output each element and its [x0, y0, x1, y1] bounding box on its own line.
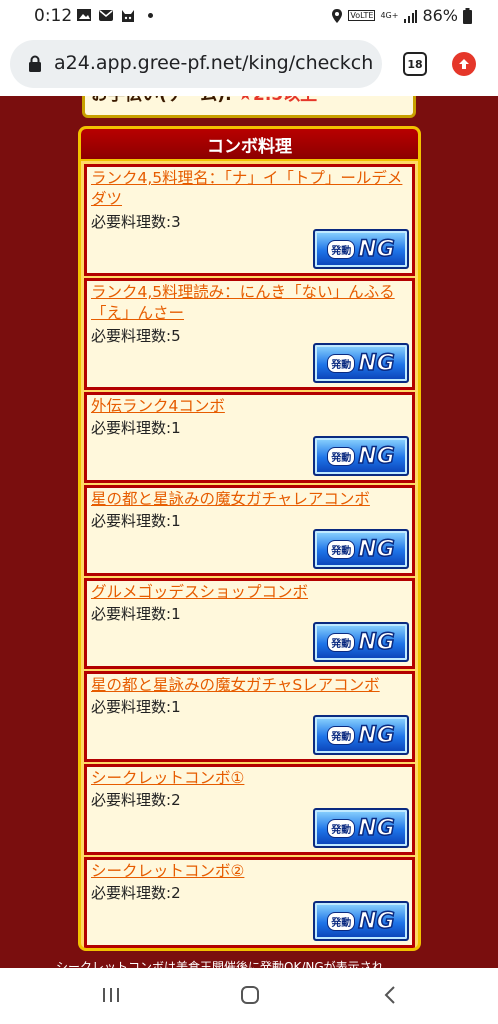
partial-info-text: お手伝い(ゲーム): ★2.5以上: [91, 96, 317, 105]
browser-toolbar: a24.app.gree-pf.net/king/checkch 18: [0, 32, 498, 96]
hatsu-label: 発動: [327, 632, 356, 652]
combo-item: 外伝ランク4コンボ 必要料理数:1 発動 NG: [84, 392, 415, 483]
required-label: 必要料理数:: [91, 327, 172, 345]
required-label: 必要料理数:: [91, 698, 172, 716]
activation-ng-button[interactable]: 発動 NG: [313, 529, 409, 569]
android-nav-bar: [0, 968, 498, 1024]
ng-label: NG: [357, 350, 395, 377]
combo-item: 星の都と星詠みの魔女ガチャレアコンボ 必要料理数:1 発動 NG: [84, 485, 415, 576]
panel-title: コンボ料理: [81, 129, 418, 161]
home-icon[interactable]: [239, 984, 261, 1006]
combo-link[interactable]: ランク4,5料理読み：にんき「ない」んふる「え」んさー: [91, 282, 411, 324]
combo-link[interactable]: ランク4,5料理名：「ナ」イ「トプ」ールデメダツ: [91, 168, 411, 210]
combo-item: シークレットコンボ① 必要料理数:2 発動 NG: [84, 764, 415, 855]
hatsu-label: 発動: [327, 446, 356, 466]
status-bar: 0:12 VoLTE 4G+ 86%: [0, 0, 498, 32]
hatsu-label: 発動: [327, 353, 356, 373]
combo-panel: コンボ料理 ランク4,5料理名：「ナ」イ「トプ」ールデメダツ 必要料理数:3 発…: [78, 126, 421, 951]
ng-label: NG: [357, 236, 395, 263]
required-count: 必要料理数:1: [91, 510, 181, 531]
required-value: 2: [171, 791, 181, 809]
battery-icon: [463, 7, 472, 24]
tab-switcher-button[interactable]: 18: [403, 52, 427, 76]
required-label: 必要料理数:: [91, 213, 172, 231]
required-count: 必要料理数:3: [91, 211, 181, 232]
arrow-up-icon: [459, 59, 469, 69]
page-viewport: お手伝い(ゲーム): ★2.5以上 コンボ料理 ランク4,5料理名：「ナ」イ「ト…: [0, 96, 498, 968]
combo-link[interactable]: 外伝ランク4コンボ: [91, 396, 411, 417]
activation-ng-button[interactable]: 発動 NG: [313, 436, 409, 476]
required-count: 必要料理数:1: [91, 603, 181, 624]
required-label: 必要料理数:: [91, 512, 172, 530]
network-label: 4G+: [380, 10, 399, 20]
ng-label: NG: [357, 815, 395, 842]
battery-percent: 86%: [422, 6, 458, 25]
cat-app-icon: [122, 10, 134, 22]
activation-ng-button[interactable]: 発動 NG: [313, 343, 409, 383]
required-count: 必要料理数:1: [91, 417, 181, 438]
hatsu-label: 発動: [327, 911, 356, 931]
address-bar[interactable]: a24.app.gree-pf.net/king/checkch: [10, 40, 382, 88]
partial-value: ★2.5以上: [238, 96, 317, 105]
volte-label: VoLTE: [348, 10, 376, 21]
required-label: 必要料理数:: [91, 419, 172, 437]
required-value: 3: [171, 213, 181, 231]
partial-info-card: お手伝い(ゲーム): ★2.5以上: [82, 96, 416, 118]
required-label: 必要料理数:: [91, 605, 172, 623]
lock-icon: [29, 55, 41, 72]
combo-link[interactable]: シークレットコンボ①: [91, 768, 411, 789]
required-count: 必要料理数:2: [91, 789, 181, 810]
ng-label: NG: [357, 908, 395, 935]
required-value: 2: [171, 884, 181, 902]
combo-link[interactable]: 星の都と星詠みの魔女ガチャSレアコンボ: [91, 675, 411, 696]
location-icon: [332, 8, 343, 23]
status-right: VoLTE 4G+ 86%: [331, 6, 472, 25]
hatsu-label: 発動: [327, 239, 356, 259]
combo-link[interactable]: シークレットコンボ②: [91, 861, 411, 882]
update-chrome-button[interactable]: [452, 52, 476, 76]
activation-ng-button[interactable]: 発動 NG: [313, 622, 409, 662]
required-value: 1: [171, 512, 181, 530]
secret-combo-note: シークレットコンボは美食王開催後に発動OK/NGが表示され: [56, 960, 384, 968]
hatsu-label: 発動: [327, 818, 356, 838]
combo-item: シークレットコンボ② 必要料理数:2 発動 NG: [84, 857, 415, 948]
url-text[interactable]: a24.app.gree-pf.net/king/checkch: [54, 52, 373, 74]
signal-icon: [404, 9, 418, 23]
required-count: 必要料理数:5: [91, 325, 181, 346]
activation-ng-button[interactable]: 発動 NG: [313, 715, 409, 755]
combo-link[interactable]: 星の都と星詠みの魔女ガチャレアコンボ: [91, 489, 411, 510]
combo-item: ランク4,5料理読み：にんき「ない」んふる「え」んさー 必要料理数:5 発動 NG: [84, 278, 415, 390]
combo-link[interactable]: グルメゴッデスショップコンボ: [91, 582, 411, 603]
ng-label: NG: [357, 722, 395, 749]
required-count: 必要料理数:1: [91, 696, 181, 717]
clock: 0:12: [34, 6, 73, 26]
gallery-icon: [77, 9, 91, 21]
required-value: 5: [171, 327, 181, 345]
mail-icon: [99, 10, 113, 21]
notification-dot-icon: [148, 13, 153, 18]
activation-ng-button[interactable]: 発動 NG: [313, 901, 409, 941]
required-value: 1: [171, 419, 181, 437]
back-icon[interactable]: [380, 984, 402, 1006]
partial-label: お手伝い(ゲーム):: [91, 96, 232, 105]
ng-label: NG: [357, 536, 395, 563]
required-value: 1: [171, 698, 181, 716]
combo-item: 星の都と星詠みの魔女ガチャSレアコンボ 必要料理数:1 発動 NG: [84, 671, 415, 762]
ng-label: NG: [357, 629, 395, 656]
activation-ng-button[interactable]: 発動 NG: [313, 808, 409, 848]
combo-item: グルメゴッデスショップコンボ 必要料理数:1 発動 NG: [84, 578, 415, 669]
hatsu-label: 発動: [327, 725, 356, 745]
required-count: 必要料理数:2: [91, 882, 181, 903]
ng-label: NG: [357, 443, 395, 470]
recent-apps-icon[interactable]: [100, 984, 122, 1006]
combo-item: ランク4,5料理名：「ナ」イ「トプ」ールデメダツ 必要料理数:3 発動 NG: [84, 164, 415, 276]
activation-ng-button[interactable]: 発動 NG: [313, 229, 409, 269]
required-value: 1: [171, 605, 181, 623]
required-label: 必要料理数:: [91, 791, 172, 809]
hatsu-label: 発動: [327, 539, 356, 559]
required-label: 必要料理数:: [91, 884, 172, 902]
